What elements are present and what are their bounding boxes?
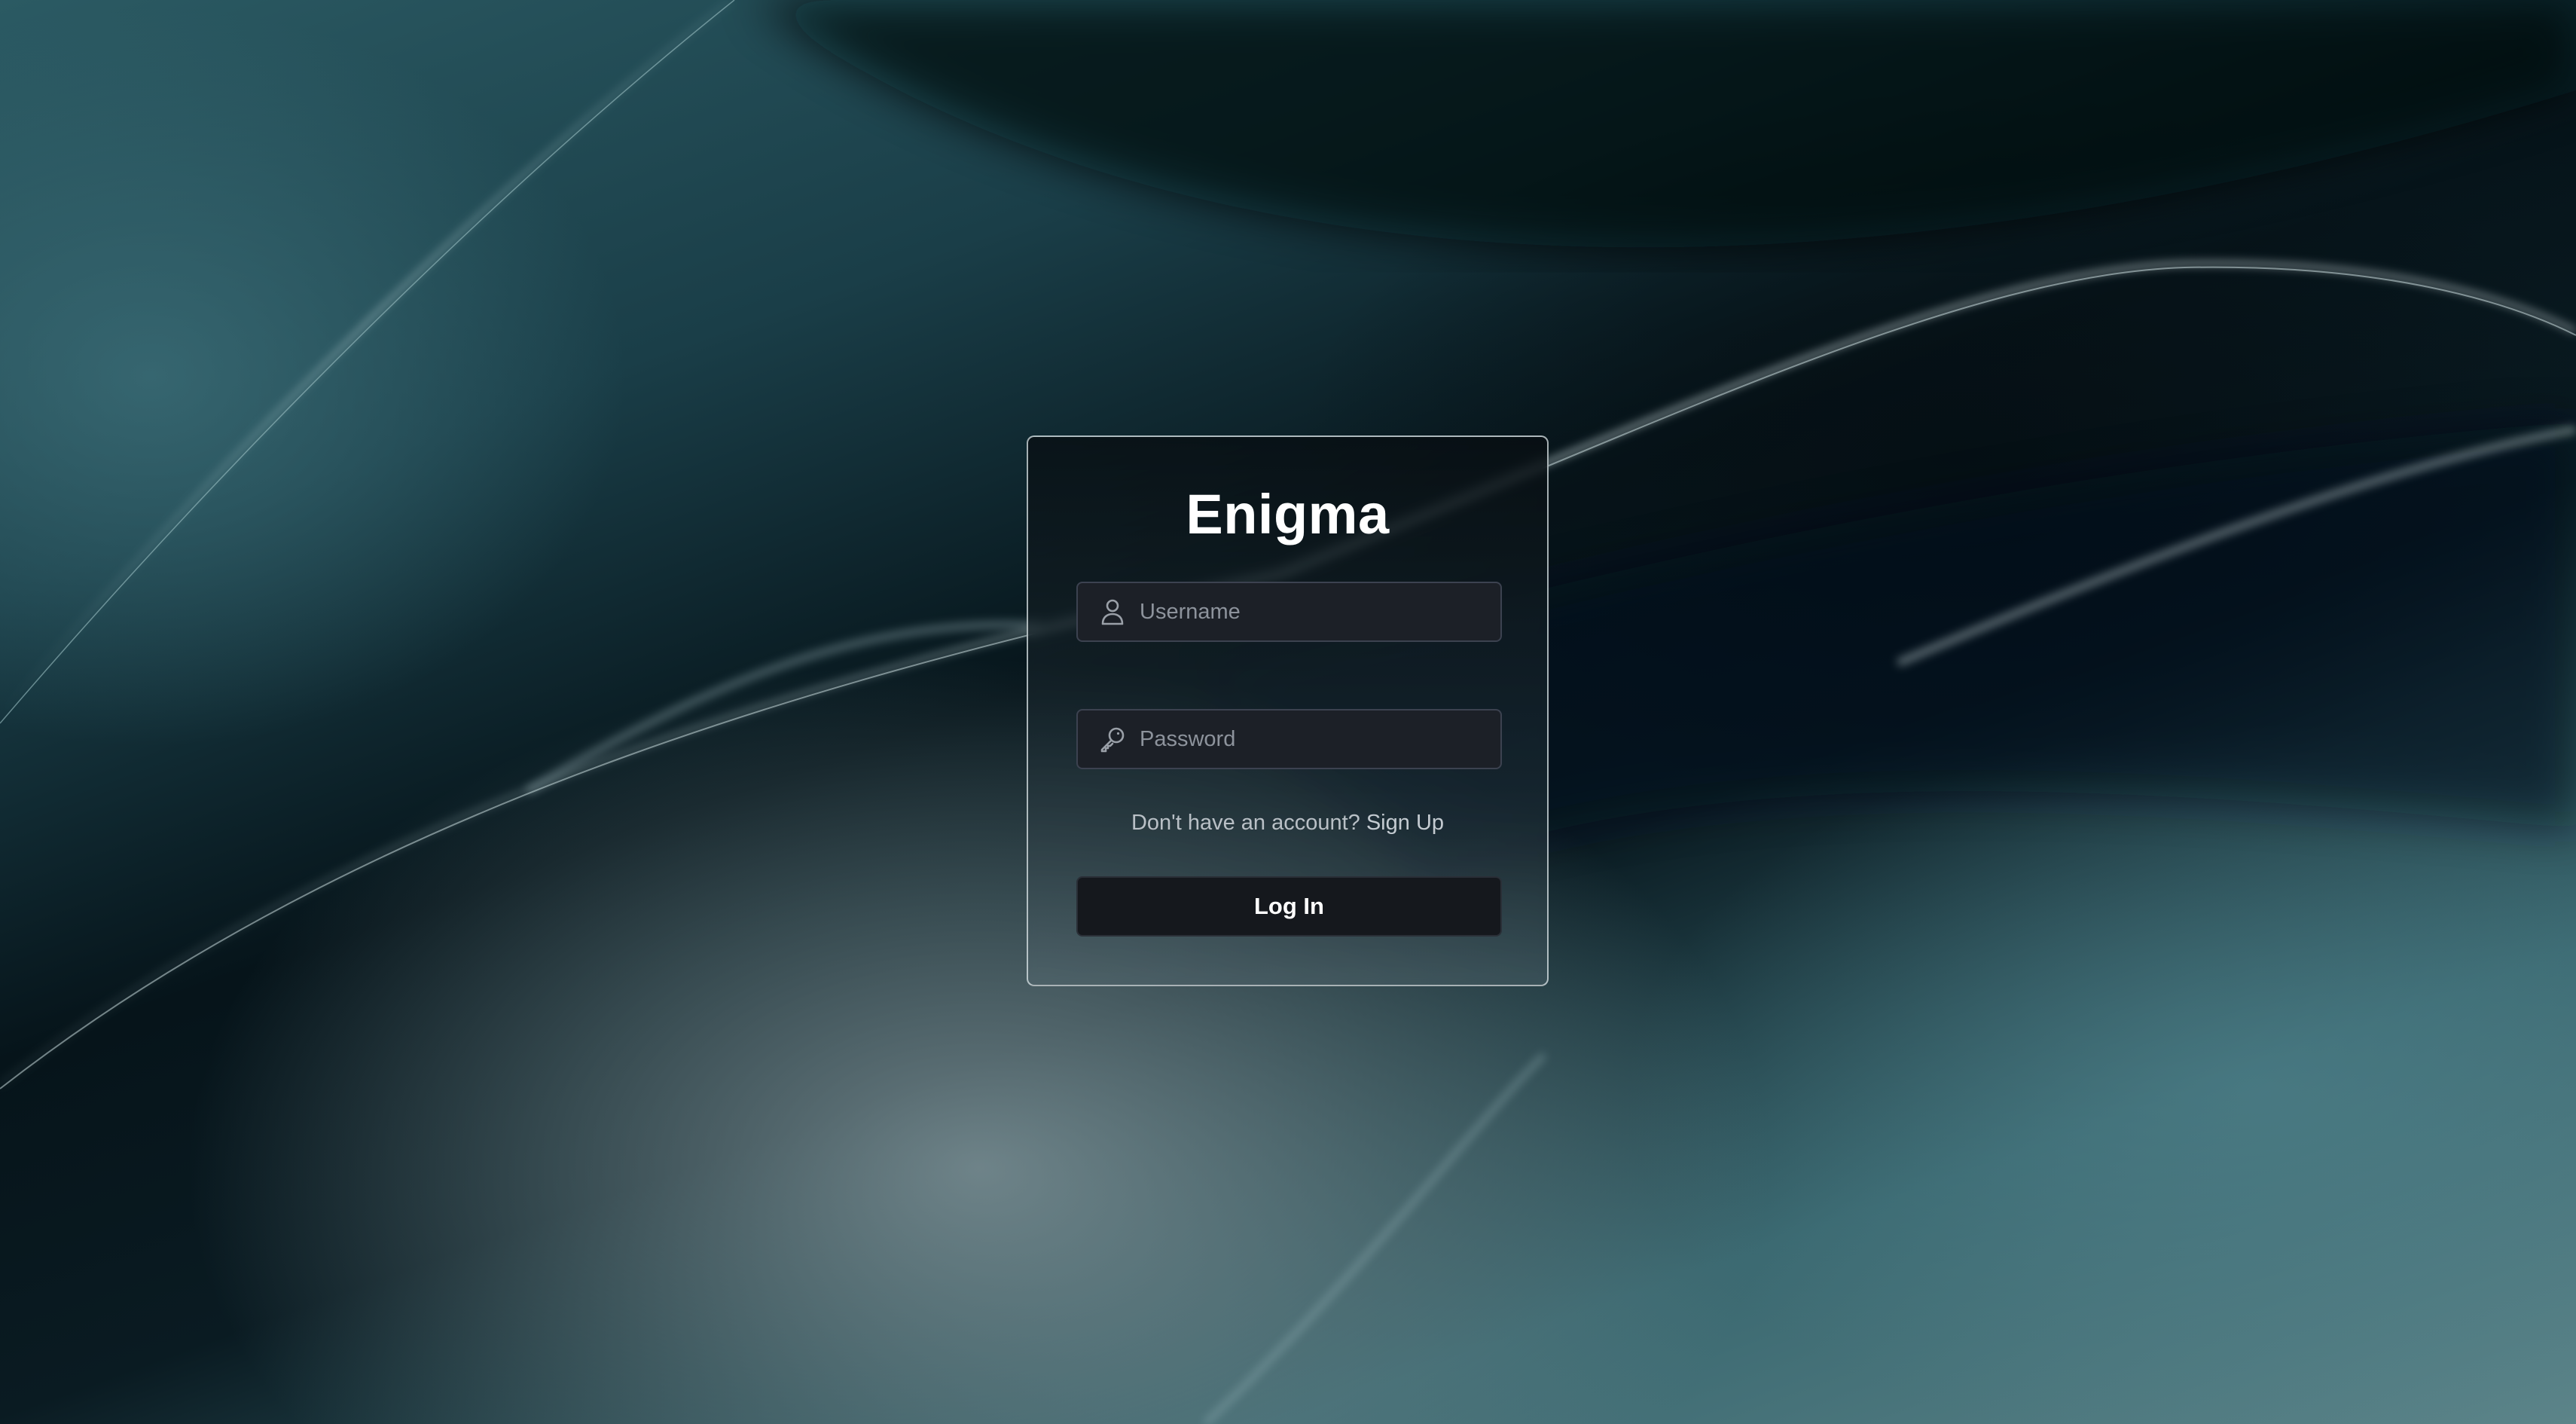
app-title: Enigma: [1186, 483, 1390, 545]
signup-link[interactable]: Sign Up: [1366, 811, 1444, 835]
password-input[interactable]: [1138, 710, 1500, 769]
login-page: Enigma Don't have an account?: [0, 0, 2576, 1424]
signup-prompt-text: Don't have an account?: [1131, 811, 1360, 835]
username-input[interactable]: [1138, 582, 1500, 641]
password-field[interactable]: [1076, 709, 1502, 769]
username-field[interactable]: [1076, 582, 1502, 642]
signup-prompt: Don't have an account? Sign Up: [1028, 811, 1547, 836]
login-button[interactable]: Log In: [1076, 876, 1502, 937]
key-icon: [1097, 724, 1128, 754]
user-icon: [1097, 597, 1128, 627]
login-card: Enigma Don't have an account?: [1027, 435, 1549, 986]
